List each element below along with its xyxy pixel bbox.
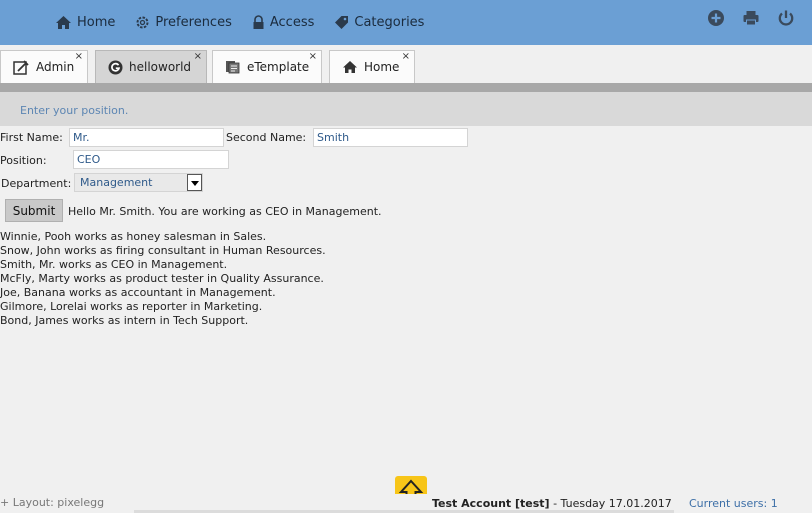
list-item: Smith, Mr. works as CEO in Management. [0,258,228,271]
tab-helloworld-close-icon[interactable]: × [194,52,202,62]
tab-bar: Admin × helloworld × eTemplate × Home × [0,45,812,83]
account-name: Test Account [test] [432,497,550,510]
admin-icon [13,59,29,75]
position-label: Position: [0,154,47,167]
etemplate-icon [226,61,240,74]
account-info: Test Account [test] - Tuesday 17.01.2017 [432,497,672,510]
divider [0,83,812,92]
tag-icon [335,16,349,29]
department-label: Department: [1,177,72,190]
tab-home-close-icon[interactable]: × [402,52,410,62]
list-item: Gilmore, Lorelai works as reporter in Ma… [0,300,263,313]
g-icon [108,60,123,74]
gear-icon [136,16,149,29]
second-name-label: Second Name: [226,131,307,144]
top-nav: Home Preferences Access Categories [55,0,444,45]
department-select[interactable]: Management [74,173,203,192]
tab-etemplate[interactable]: eTemplate × [212,50,322,83]
tab-etemplate-label: eTemplate [247,60,310,74]
tab-admin-label: Admin [36,60,75,74]
tab-helloworld-label: helloworld [129,60,192,74]
list-item: Bond, James works as intern in Tech Supp… [0,314,249,327]
second-name-field[interactable]: Smith [313,128,468,147]
nav-categories[interactable]: Categories [334,15,424,30]
nav-home-label: Home [77,15,116,30]
nav-preferences[interactable]: Preferences [135,15,232,30]
list-item: Joe, Banana works as accountant in Manag… [0,286,276,299]
current-users-link[interactable]: Current users: 1 [689,497,778,510]
top-right-icons [707,9,812,27]
first-name-label: First Name: [0,131,63,144]
add-icon[interactable] [707,9,725,27]
lock-icon [253,15,264,29]
home-icon [56,16,71,29]
hint-text: Enter your position. [20,104,129,117]
date-text: - Tuesday 17.01.2017 [549,497,672,510]
nav-access-label: Access [269,15,315,30]
position-field[interactable]: CEO [73,150,229,169]
power-icon[interactable] [777,9,795,27]
result-message: Hello Mr. Smith. You are working as CEO … [68,205,382,218]
first-name-field[interactable]: Mr. [69,128,224,147]
tab-admin[interactable]: Admin × [0,50,88,83]
print-icon[interactable] [742,9,760,27]
nav-home[interactable]: Home [55,15,115,30]
list-item: Winnie, Pooh works as honey salesman in … [0,230,267,243]
department-value: Management [80,176,153,189]
list-item: McFly, Marty works as product tester in … [0,272,324,285]
layout-label: + Layout: pixelegg [0,496,105,509]
tab-home-label: Home [364,60,400,74]
chevron-down-icon[interactable] [187,174,202,191]
home-icon [343,61,357,73]
tab-etemplate-close-icon[interactable]: × [309,52,317,62]
nav-access[interactable]: Access [252,15,315,30]
nav-preferences-label: Preferences [155,15,232,30]
employee-list: Winnie, Pooh works as honey salesman in … [0,230,326,328]
top-bar: Home Preferences Access Categories [0,0,812,45]
submit-button[interactable]: Submit [5,199,63,222]
tab-home[interactable]: Home × [329,50,415,83]
tab-helloworld[interactable]: helloworld × [95,50,207,83]
hint-bar: Enter your position. [0,92,812,126]
list-item: Snow, John works as firing consultant in… [0,244,326,257]
nav-categories-label: Categories [354,15,425,30]
tab-admin-close-icon[interactable]: × [75,52,83,62]
